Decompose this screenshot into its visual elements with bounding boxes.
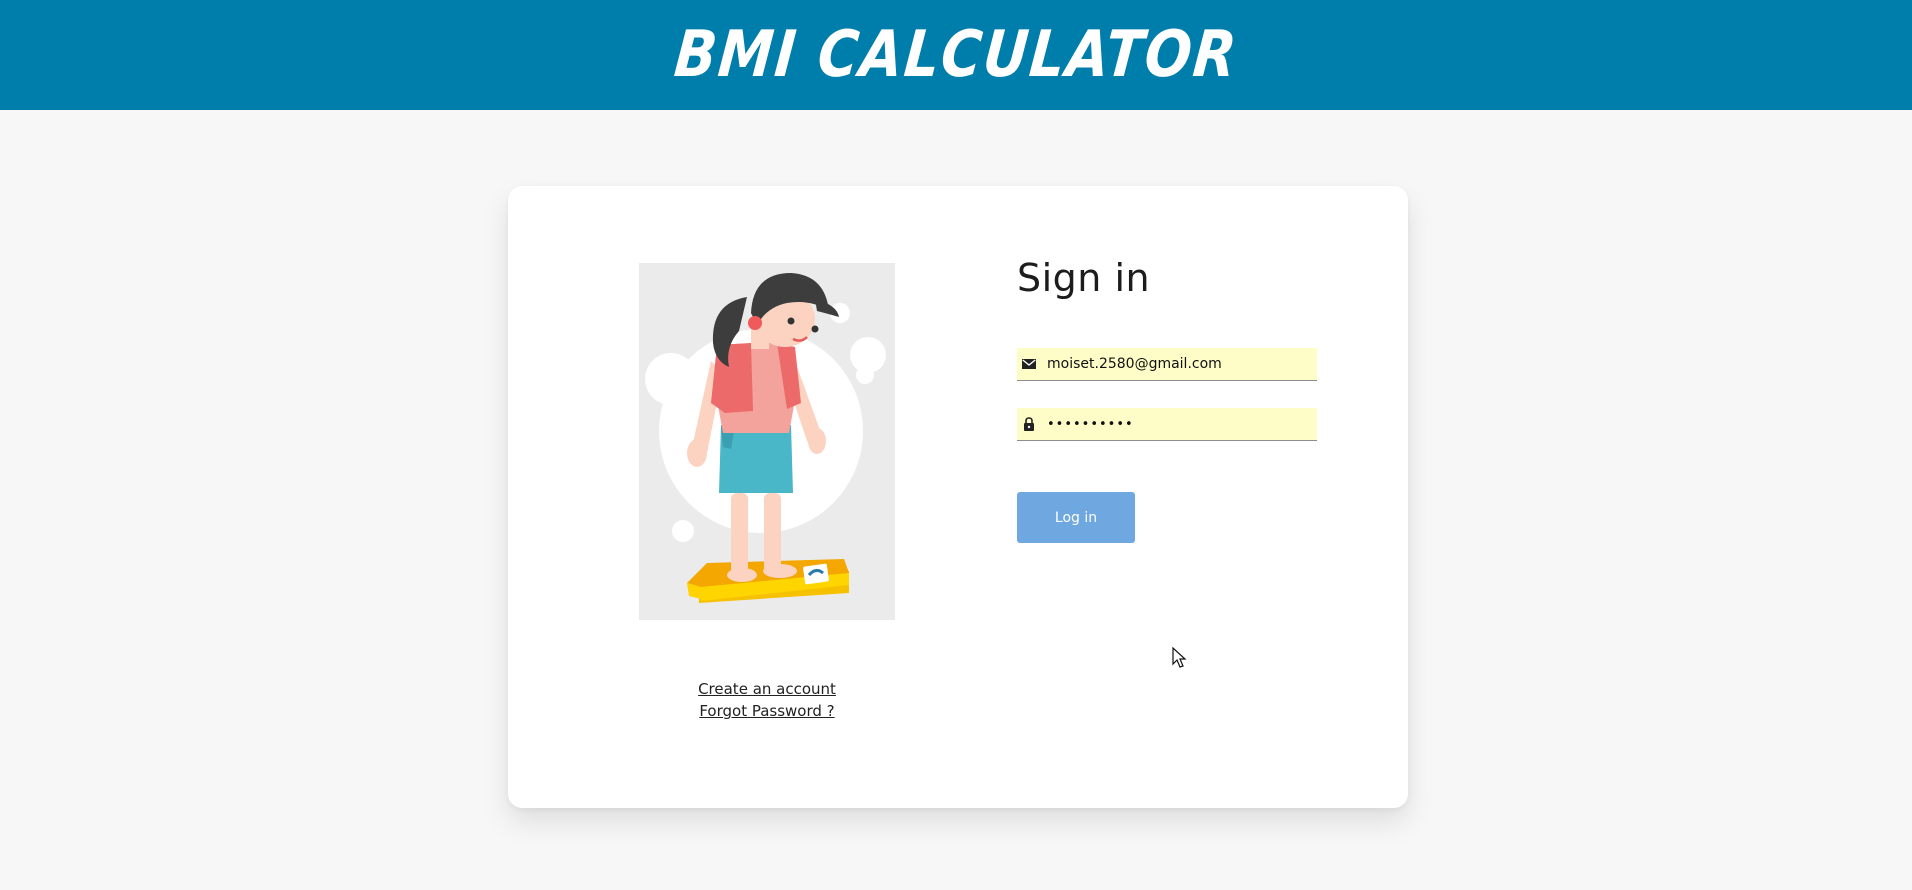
account-links: Create an account Forgot Password ? — [639, 678, 895, 722]
create-account-link[interactable]: Create an account — [639, 678, 895, 700]
app-title: BMI CALCULATOR — [671, 18, 1241, 92]
woman-on-scale-illustration — [639, 263, 895, 620]
password-field — [1017, 408, 1317, 441]
sign-in-heading: Sign in — [1017, 256, 1151, 300]
mouse-cursor-icon — [1172, 647, 1187, 668]
forgot-password-link[interactable]: Forgot Password ? — [639, 700, 895, 722]
email-field — [1017, 348, 1317, 381]
password-input[interactable] — [1047, 408, 1312, 440]
envelope-icon — [1022, 359, 1036, 369]
login-card: Create an account Forgot Password ? Sign… — [508, 186, 1408, 808]
header-bar: BMI CALCULATOR — [0, 0, 1912, 110]
lock-icon — [1024, 417, 1034, 431]
email-input[interactable] — [1047, 348, 1312, 380]
login-button[interactable]: Log in — [1017, 492, 1135, 543]
